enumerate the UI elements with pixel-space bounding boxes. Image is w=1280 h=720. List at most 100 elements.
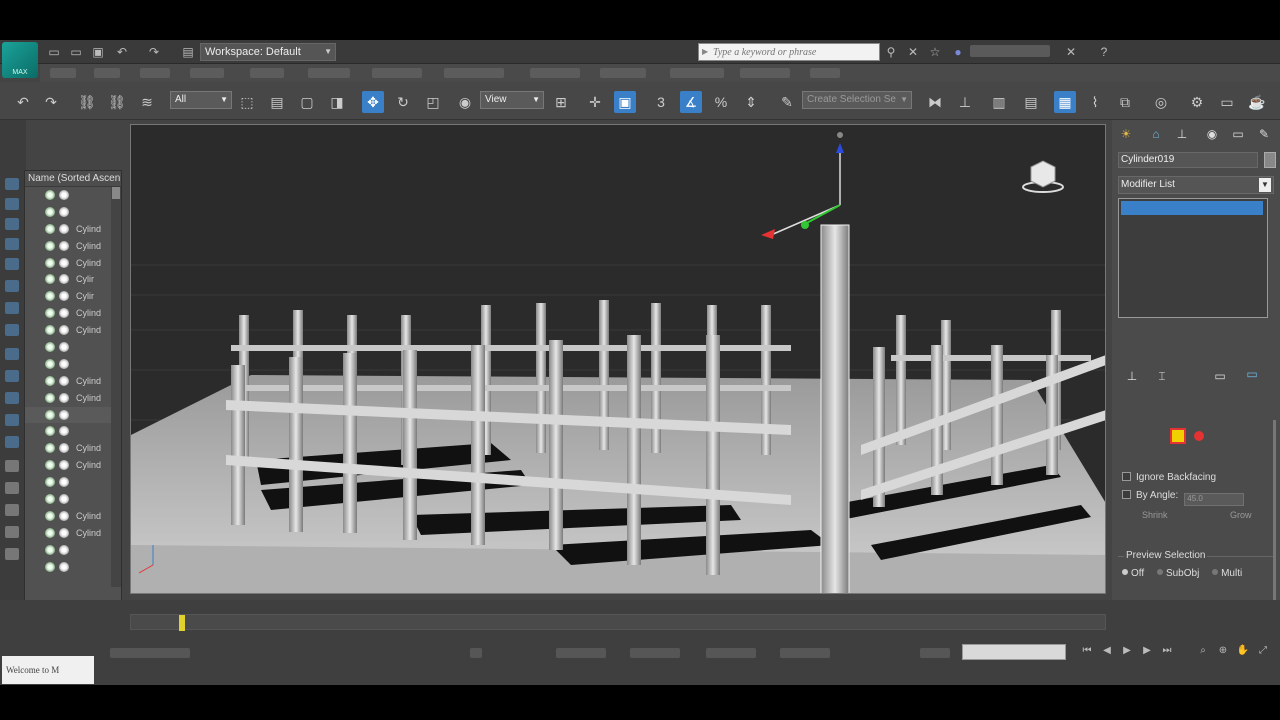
scene-object-row[interactable]: [25, 491, 121, 508]
menu-create[interactable]: [250, 68, 284, 78]
search-field[interactable]: ▶: [698, 43, 880, 61]
scene-object-row[interactable]: Cylind: [25, 457, 121, 474]
keyboard-shortcut-override-icon[interactable]: ▣: [614, 91, 636, 113]
material-editor-icon[interactable]: ◎: [1150, 91, 1172, 113]
by-angle-row[interactable]: By Angle: 45.0: [1122, 490, 1245, 506]
key-filter-field[interactable]: [962, 644, 1066, 660]
menu-scripting[interactable]: [740, 68, 790, 78]
snaps-toggle-icon[interactable]: 3: [650, 91, 672, 113]
maxscript-listener[interactable]: Welcome to M: [2, 656, 94, 684]
spinner-snap-icon[interactable]: ⇕: [740, 91, 762, 113]
visibility-eye-icon[interactable]: [45, 223, 55, 234]
selected-cylinder[interactable]: [820, 224, 850, 594]
visibility-eye-icon[interactable]: [45, 206, 55, 217]
display-containers-icon[interactable]: [5, 370, 19, 382]
menu-modifiers[interactable]: [308, 68, 350, 78]
scene-object-row[interactable]: Cylind: [25, 508, 121, 525]
lock-selection-icon[interactable]: [470, 648, 482, 658]
display-cameras-icon[interactable]: [5, 238, 19, 250]
menu-views[interactable]: [190, 68, 224, 78]
y-coordinate-field[interactable]: [630, 648, 680, 658]
scene-object-row[interactable]: Cylind: [25, 305, 121, 322]
element-mode-icon[interactable]: [1194, 431, 1204, 441]
select-manipulate-icon[interactable]: ✛: [584, 91, 606, 113]
display-xrefs-icon[interactable]: [5, 324, 19, 336]
show-end-result-icon[interactable]: ⌶: [1154, 368, 1170, 384]
menu-customize[interactable]: [670, 68, 724, 78]
utilities-tab-icon[interactable]: ✎: [1256, 126, 1272, 142]
create-tab-icon[interactable]: ☀: [1118, 126, 1134, 142]
redo-icon[interactable]: ↷: [40, 91, 62, 113]
perspective-viewport[interactable]: [130, 124, 1106, 594]
visibility-eye-icon[interactable]: [45, 544, 55, 555]
display-tab-icon[interactable]: ▭: [1230, 126, 1246, 142]
exchange-icon[interactable]: ✕: [1063, 44, 1079, 60]
menu-civil-view[interactable]: [600, 68, 646, 78]
link-icon[interactable]: ⛓: [76, 91, 98, 113]
selection-filter-dropdown[interactable]: All ▼: [170, 91, 232, 109]
visibility-eye-icon[interactable]: [45, 561, 55, 572]
select-object-icon[interactable]: ⬚: [236, 91, 258, 113]
modify-tab-icon[interactable]: ⌂: [1148, 126, 1164, 142]
user-icon[interactable]: ●: [950, 44, 966, 60]
menu-edit[interactable]: [50, 68, 76, 78]
visibility-eye-icon[interactable]: [45, 392, 55, 403]
scene-object-row[interactable]: Cylind: [25, 221, 121, 238]
visibility-eye-icon[interactable]: [45, 342, 55, 353]
scrollbar-thumb[interactable]: [112, 187, 120, 199]
render-teapot-icon[interactable]: ☕: [1246, 91, 1268, 113]
vertex-mode-icon[interactable]: [1170, 428, 1186, 444]
render-setup-icon[interactable]: ⚙: [1186, 91, 1208, 113]
scene-object-row[interactable]: Cylind: [25, 440, 121, 457]
select-by-name-icon[interactable]: ▤: [266, 91, 288, 113]
select-and-place-icon[interactable]: ◉: [454, 91, 476, 113]
previous-frame-icon[interactable]: ◀: [1100, 644, 1114, 658]
layer-explorer-icon[interactable]: ▥: [988, 91, 1010, 113]
project-folder-icon[interactable]: ▤: [180, 44, 196, 60]
scene-object-row[interactable]: [25, 559, 121, 576]
mirror-icon[interactable]: ⧓: [924, 91, 946, 113]
by-angle-spinner[interactable]: 45.0: [1184, 493, 1245, 506]
ignore-backfacing-row[interactable]: Ignore Backfacing: [1122, 472, 1216, 483]
search-input[interactable]: [699, 44, 879, 60]
angle-snap-icon[interactable]: ∡: [680, 91, 702, 113]
scene-object-row[interactable]: Cylind: [25, 373, 121, 390]
display-lights-icon[interactable]: [5, 218, 19, 230]
bind-space-warp-icon[interactable]: ≋: [136, 91, 158, 113]
go-to-start-icon[interactable]: ⏮: [1080, 644, 1094, 658]
menu-rendering[interactable]: [530, 68, 580, 78]
pin-stack-icon[interactable]: ⊥: [1124, 368, 1140, 384]
z-coordinate-field[interactable]: [706, 648, 756, 658]
window-crossing-icon[interactable]: ◨: [326, 91, 348, 113]
scene-object-row[interactable]: [25, 356, 121, 373]
schematic-view-icon[interactable]: ⧉: [1114, 91, 1136, 113]
menu-animation[interactable]: [372, 68, 422, 78]
scene-object-row[interactable]: Cylind: [25, 238, 121, 255]
visibility-eye-icon[interactable]: [45, 190, 55, 200]
remove-modifier-icon[interactable]: ▭: [1212, 368, 1228, 384]
sign-in-field[interactable]: [970, 45, 1050, 57]
menu-help[interactable]: [810, 68, 840, 78]
display-groups-icon[interactable]: [5, 302, 19, 314]
scene-object-row[interactable]: Cylind: [25, 322, 121, 339]
scene-object-row[interactable]: [25, 474, 121, 491]
preview-multi-option[interactable]: Multi: [1212, 568, 1242, 579]
undo-icon[interactable]: ↶: [12, 91, 34, 113]
scene-object-row[interactable]: [25, 542, 121, 559]
curve-editor-icon[interactable]: ⌇: [1084, 91, 1106, 113]
modifier-list-dropdown[interactable]: Modifier List ▼: [1118, 176, 1274, 194]
motion-tab-icon[interactable]: ◉: [1204, 126, 1220, 142]
find-icon[interactable]: [5, 526, 19, 538]
visibility-eye-icon[interactable]: [45, 494, 55, 505]
visibility-eye-icon[interactable]: [45, 426, 55, 437]
workspace-dropdown[interactable]: Workspace: Default ▼: [200, 43, 336, 61]
display-geometry-icon[interactable]: [5, 178, 19, 190]
save-file-icon[interactable]: ▣: [90, 44, 106, 60]
visibility-eye-icon[interactable]: [45, 409, 55, 420]
menu-graph-editors[interactable]: [444, 68, 504, 78]
configure-modifier-sets-icon[interactable]: ▭: [1244, 366, 1260, 382]
rectangular-selection-icon[interactable]: ▢: [296, 91, 318, 113]
visibility-eye-icon[interactable]: [45, 240, 55, 251]
unlink-icon[interactable]: ⛓: [106, 91, 128, 113]
scene-object-row[interactable]: Cylir: [25, 271, 121, 288]
